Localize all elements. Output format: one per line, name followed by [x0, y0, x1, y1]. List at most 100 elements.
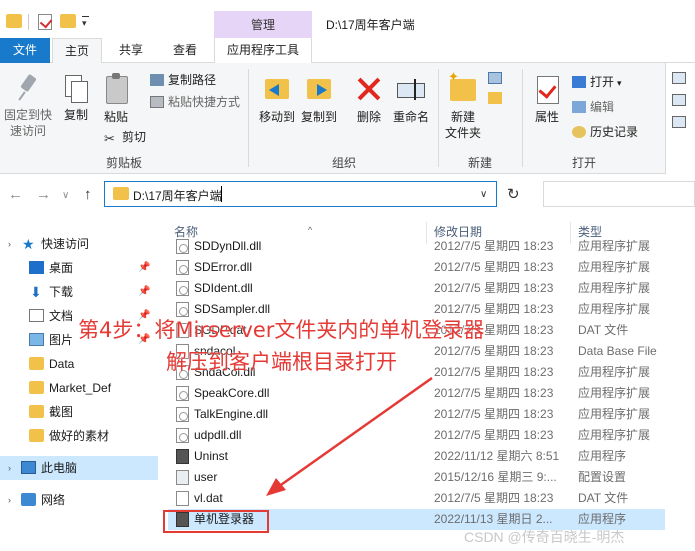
file-row[interactable]: user 2015/12/16 星期三 9:... 配置设置: [168, 467, 695, 488]
properties-quick-icon[interactable]: [38, 14, 52, 30]
text-caret: [221, 186, 222, 202]
file-row[interactable]: SDDynDll.dll 2012/7/5 星期四 18:23 应用程序扩展: [168, 236, 695, 257]
folder-icon: [29, 357, 44, 370]
nav-item-label: 图片: [49, 333, 74, 347]
star-icon: ★: [22, 236, 35, 252]
pin-icon[interactable]: 📌: [138, 280, 150, 304]
expand-chevron-icon[interactable]: ›: [8, 232, 11, 256]
file-row[interactable]: Uninst 2022/11/12 星期六 8:51 应用程序: [168, 446, 695, 467]
address-path: D:\17周年客户端: [133, 189, 222, 203]
open-group-label: 打开: [571, 156, 596, 170]
new-folder-button[interactable]: 新建 文件夹: [442, 69, 484, 141]
open-dropdown-icon: ▾: [617, 78, 622, 88]
file-row[interactable]: vl.dat 2012/7/5 星期四 18:23 DAT 文件: [168, 488, 695, 509]
paste-shortcut-button[interactable]: 粘贴快捷方式: [150, 93, 240, 111]
refresh-icon[interactable]: ↻: [507, 185, 520, 203]
file-type: 应用程序: [578, 449, 627, 463]
move-to-label: 移动到: [258, 110, 295, 124]
file-type: 配置设置: [578, 470, 627, 484]
file-row[interactable]: SDIdent.dll 2012/7/5 星期四 18:23 应用程序扩展: [168, 278, 695, 299]
nav-item-screenshots[interactable]: 截图: [0, 400, 158, 424]
file-date: 2015/12/16 星期三 9:...: [434, 470, 557, 484]
history-button[interactable]: 历史记录: [572, 123, 638, 141]
search-input[interactable]: [543, 181, 695, 207]
tab-share[interactable]: 共享: [106, 38, 156, 63]
nav-item-data[interactable]: Data: [0, 352, 158, 376]
properties-button[interactable]: 属性: [528, 73, 566, 125]
edit-button[interactable]: 编辑: [572, 98, 614, 116]
nav-item-quick-access[interactable]: › ★ 快速访问: [0, 232, 158, 256]
paste-label: 粘贴: [103, 110, 128, 124]
recent-locations-chevron-icon[interactable]: ∨: [62, 190, 69, 201]
address-input[interactable]: D:\17周年客户端 ∨: [104, 181, 497, 207]
file-type: 应用程序扩展: [578, 386, 651, 400]
tab-view[interactable]: 查看: [160, 38, 210, 63]
file-type: Data Base File: [578, 344, 657, 358]
file-date: 2012/7/5 星期四 18:23: [434, 491, 554, 505]
annotation-step-line1: 第4步：将Mirserver文件夹内的单机登录器: [78, 318, 485, 342]
file-name: SDIdent.dll: [194, 281, 253, 295]
tab-file[interactable]: 文件: [0, 38, 50, 63]
rename-button[interactable]: 重命名: [390, 73, 432, 125]
nav-item-network[interactable]: › 网络: [0, 488, 158, 512]
delete-button[interactable]: 删除: [350, 73, 388, 125]
file-row[interactable]: TalkEngine.dll 2012/7/5 星期四 18:23 应用程序扩展: [168, 404, 695, 425]
expand-chevron-icon[interactable]: ›: [8, 456, 11, 480]
folder-icon: [29, 381, 44, 394]
new-folder-quick-icon[interactable]: [60, 14, 76, 28]
file-date: 2012/7/5 星期四 18:23: [434, 281, 554, 295]
cut-button[interactable]: 剪切: [104, 128, 146, 146]
copy-path-button[interactable]: 复制路径: [150, 71, 216, 89]
copy-to-button[interactable]: 复制到: [298, 73, 340, 125]
nav-item-label: 桌面: [49, 261, 74, 275]
select-none-button[interactable]: [672, 91, 690, 109]
file-type: 应用程序扩展: [578, 260, 651, 274]
expand-chevron-icon[interactable]: ›: [8, 488, 11, 512]
edit-label: 编辑: [590, 100, 615, 114]
back-arrow-icon[interactable]: ←: [8, 186, 23, 203]
nav-item-label: 截图: [49, 405, 74, 419]
file-date: 2012/7/5 星期四 18:23: [434, 407, 554, 421]
nav-item-desktop[interactable]: 桌面 📌: [0, 256, 158, 280]
file-type: DAT 文件: [578, 491, 629, 505]
copy-path-icon: [150, 74, 164, 86]
tab-application-tools[interactable]: 应用程序工具: [214, 38, 312, 63]
quick-access-separator: [28, 14, 29, 30]
nav-item-label: 文档: [49, 309, 74, 323]
pin-quick-access-button[interactable]: 固定到快 速访问: [2, 73, 54, 139]
easy-access-button[interactable]: [488, 89, 506, 107]
nav-item-this-pc[interactable]: › 此电脑: [0, 456, 158, 480]
up-arrow-icon[interactable]: ↑: [84, 186, 92, 203]
dll-file-icon: [176, 386, 189, 401]
copy-button[interactable]: 复制: [58, 73, 94, 123]
select-all-button[interactable]: [672, 69, 690, 87]
dll-file-icon: [176, 260, 189, 275]
file-row[interactable]: SDError.dll 2012/7/5 星期四 18:23 应用程序扩展: [168, 257, 695, 278]
move-to-button[interactable]: 移动到: [256, 73, 298, 125]
nav-item-market-def[interactable]: Market_Def: [0, 376, 158, 400]
nav-item-downloads[interactable]: 下载 📌: [0, 280, 158, 304]
pin-icon: [15, 73, 41, 103]
history-label: 历史记录: [590, 125, 639, 139]
customize-dropdown-icon[interactable]: ▾: [82, 18, 87, 29]
file-row[interactable]: SpeakCore.dll 2012/7/5 星期四 18:23 应用程序扩展: [168, 383, 695, 404]
scrollbar[interactable]: [665, 214, 695, 551]
properties-icon: [533, 73, 561, 105]
open-button[interactable]: 打开 ▾: [572, 73, 622, 91]
navigation-pane: › ★ 快速访问 桌面 📌 下载 📌 文档 📌 图片 📌 Data Market…: [0, 214, 158, 551]
tab-home[interactable]: 主页: [52, 38, 102, 64]
file-date: 2012/7/5 星期四 18:23: [434, 386, 554, 400]
new-item-button[interactable]: [488, 69, 506, 87]
forward-arrow-icon[interactable]: →: [36, 186, 51, 203]
address-history-chevron-icon[interactable]: ∨: [480, 189, 487, 200]
file-row[interactable]: udpdll.dll 2012/7/5 星期四 18:23 应用程序扩展: [168, 425, 695, 446]
invert-selection-button[interactable]: [672, 113, 690, 131]
download-icon: [29, 280, 44, 304]
paste-button[interactable]: 粘贴: [98, 73, 134, 125]
nav-item-materials[interactable]: 做好的素材: [0, 424, 158, 448]
pin-icon[interactable]: 📌: [138, 256, 150, 280]
paste-icon: [103, 73, 129, 105]
invert-selection-icon: [672, 116, 686, 128]
new-item-icon: [488, 72, 502, 84]
folder-icon: [29, 429, 44, 442]
